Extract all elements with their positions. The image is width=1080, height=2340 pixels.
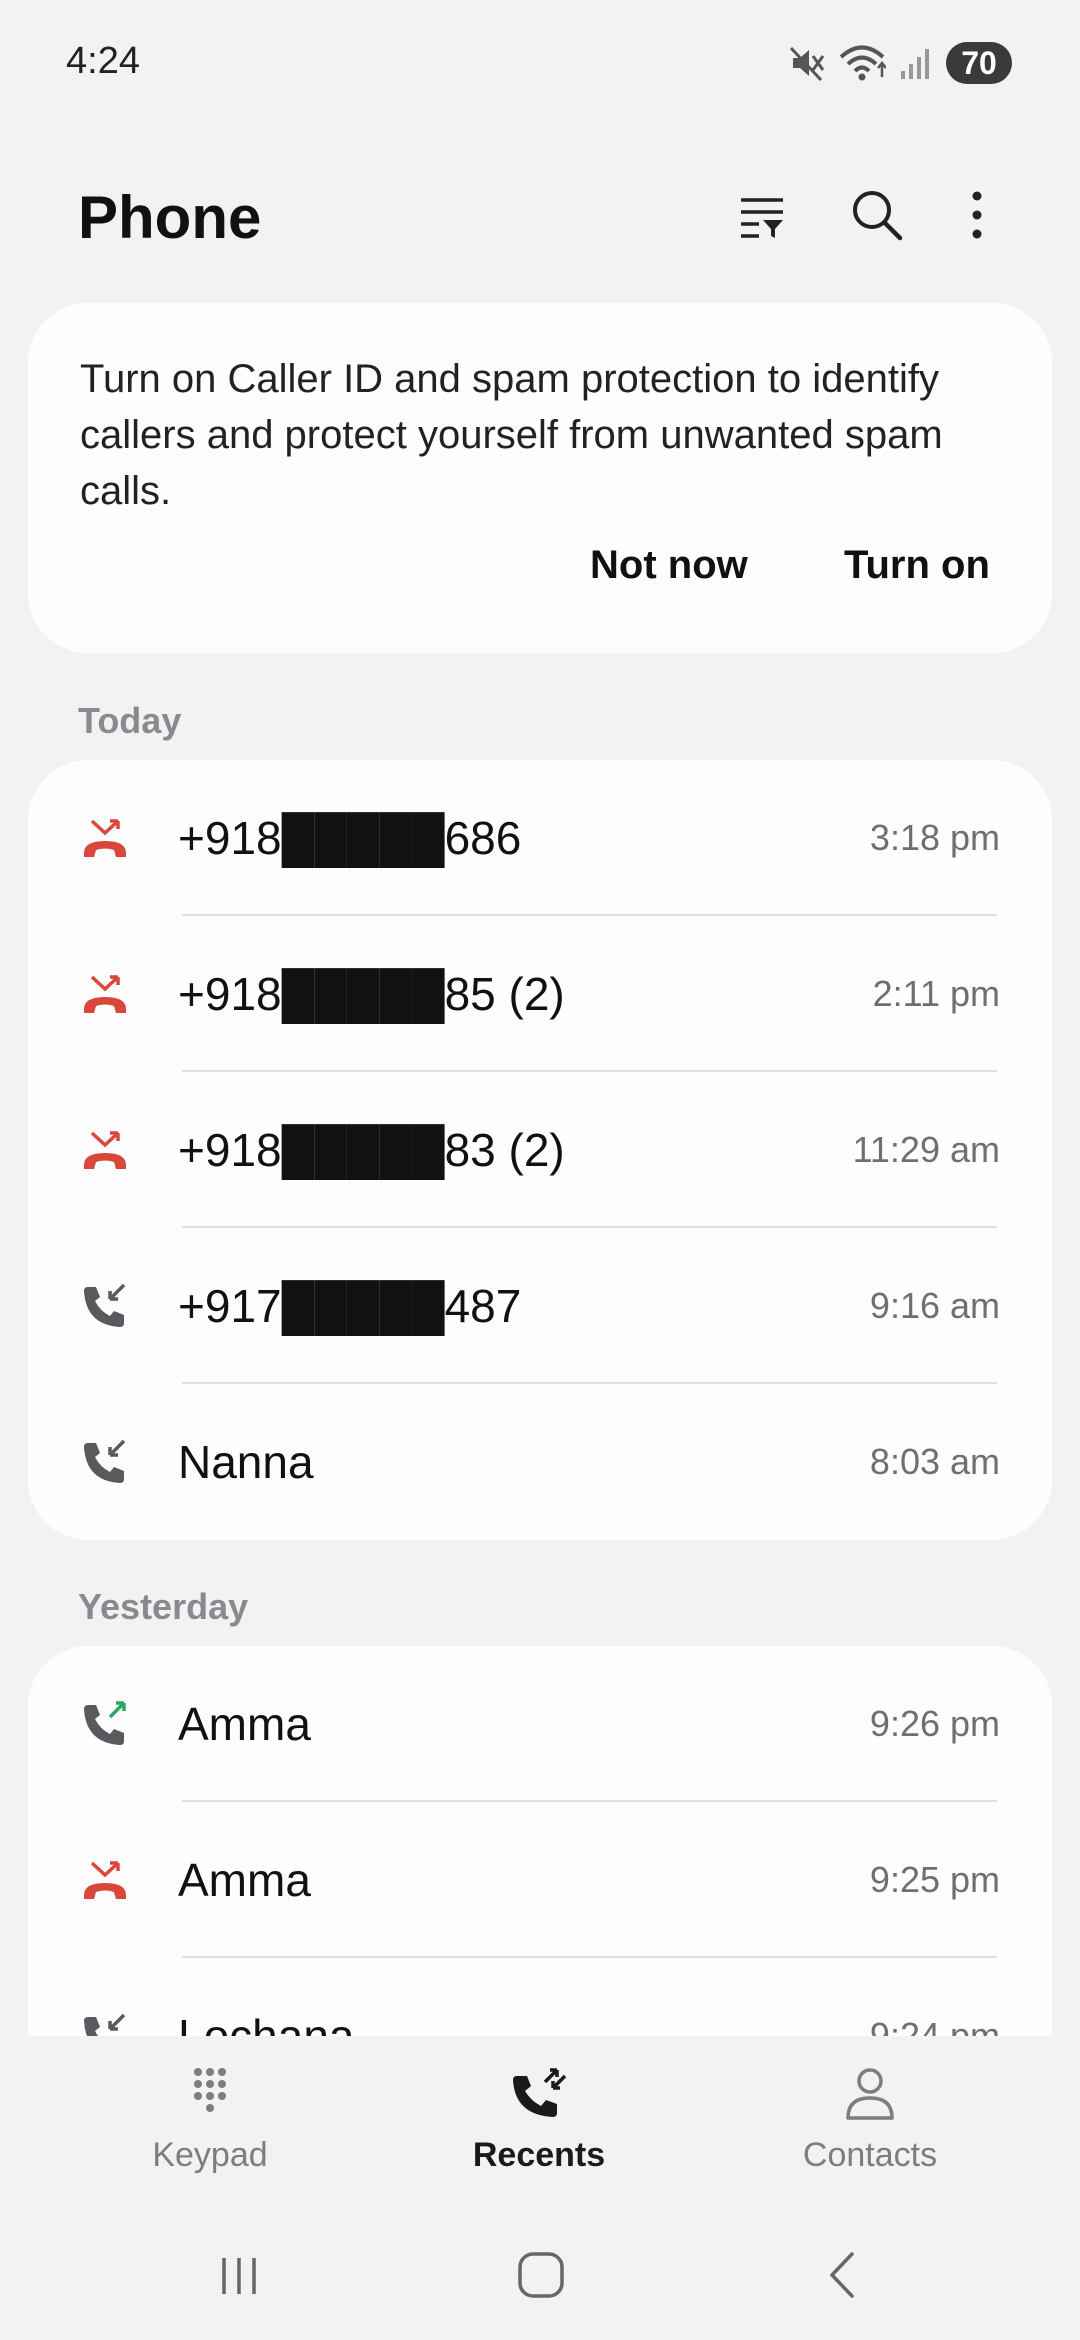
keypad-icon — [180, 2064, 240, 2124]
search-button[interactable] — [845, 185, 909, 249]
call-row[interactable]: +918█████83 (2) 11:29 am — [28, 1072, 1052, 1228]
tab-recents[interactable]: Recents — [409, 2064, 669, 2194]
wifi-icon — [838, 44, 886, 82]
caller-id-banner: Turn on Caller ID and spam protection to… — [28, 303, 1052, 653]
filter-icon — [737, 190, 787, 245]
incoming-call-icon — [80, 1437, 130, 1487]
search-icon — [850, 188, 904, 247]
call-name: +918█████83 (2) — [178, 1124, 565, 1176]
tab-recents-label: Recents — [472, 2136, 606, 2174]
call-row[interactable]: Lochana 9:24 pm — [28, 1958, 1052, 2036]
call-time: 9:26 pm — [869, 1703, 1000, 1744]
section-label-yesterday: Yesterday — [78, 1586, 249, 1627]
call-time: 9:25 pm — [869, 1859, 1000, 1900]
system-nav-bar — [0, 2220, 1080, 2330]
call-time: 9:16 am — [869, 1285, 1000, 1326]
call-time: 8:03 am — [869, 1441, 1000, 1482]
missed-call-icon — [80, 1855, 130, 1905]
recents-icon — [509, 2064, 569, 2124]
missed-call-icon — [80, 1125, 130, 1175]
battery-icon: 70 — [946, 42, 1012, 84]
system-home-button[interactable] — [506, 2242, 576, 2312]
not-now-button[interactable]: Not now — [590, 543, 748, 588]
contacts-icon — [840, 2064, 900, 2124]
section-label-today: Today — [78, 700, 182, 741]
mute-icon — [788, 44, 826, 82]
page-title: Phone — [78, 184, 262, 251]
call-row[interactable]: Nanna 8:03 am — [28, 1384, 1052, 1540]
call-row[interactable]: +918█████85 (2) 2:11 pm — [28, 916, 1052, 1072]
missed-call-icon — [80, 813, 130, 863]
bottom-nav: Keypad Recents Contacts — [0, 2036, 1080, 2201]
incoming-call-icon — [80, 1281, 130, 1331]
call-name: Amma — [178, 1698, 311, 1750]
banner-message: Turn on Caller ID and spam protection to… — [80, 357, 943, 513]
call-name: +918█████686 — [178, 812, 522, 864]
phone-app-screen: 4:24 70 Phone Turn on Caller ID and spam… — [0, 0, 1080, 2340]
call-row[interactable]: Amma 9:26 pm — [28, 1646, 1052, 1802]
status-bar: 4:24 70 — [0, 0, 1080, 130]
missed-call-icon — [80, 969, 130, 1019]
tab-keypad-label: Keypad — [152, 2136, 268, 2174]
call-list-yesterday: Amma 9:26 pm Amma 9:25 pm Lochana 9:24 p… — [28, 1646, 1052, 2036]
system-recents-button[interactable] — [204, 2242, 274, 2312]
call-name: Lochana — [178, 2010, 355, 2036]
call-row[interactable]: +917█████487 9:16 am — [28, 1228, 1052, 1384]
outgoing-call-icon — [80, 1699, 130, 1749]
system-back-button[interactable] — [808, 2242, 878, 2312]
tab-contacts[interactable]: Contacts — [740, 2064, 1000, 2194]
call-row[interactable]: +918█████686 3:18 pm — [28, 760, 1052, 916]
call-time: 2:11 pm — [872, 973, 1000, 1014]
call-row[interactable]: Amma 9:25 pm — [28, 1802, 1052, 1958]
filter-button[interactable] — [730, 185, 794, 249]
tab-keypad[interactable]: Keypad — [80, 2064, 340, 2194]
tab-contacts-label: Contacts — [802, 2136, 938, 2174]
call-name: +918█████85 (2) — [178, 968, 565, 1020]
app-header: Phone — [0, 165, 1080, 265]
back-icon — [818, 2250, 868, 2305]
incoming-call-icon — [80, 2011, 130, 2036]
recent-apps-icon — [214, 2250, 264, 2305]
home-icon — [516, 2250, 566, 2305]
call-name: +917█████487 — [178, 1280, 522, 1332]
more-options-icon — [967, 190, 987, 245]
call-time: 9:24 pm — [869, 2015, 1000, 2036]
call-list-today: +918█████686 3:18 pm +918█████85 (2) 2:1… — [28, 760, 1052, 1540]
signal-icon — [898, 44, 934, 82]
status-time: 4:24 — [66, 40, 140, 82]
call-name: Nanna — [178, 1436, 314, 1488]
call-name: Amma — [178, 1854, 311, 1906]
more-options-button[interactable] — [945, 185, 1009, 249]
call-time: 3:18 pm — [869, 817, 1000, 858]
turn-on-button[interactable]: Turn on — [844, 543, 990, 588]
status-icons: 70 — [788, 40, 1012, 86]
call-time: 11:29 am — [852, 1129, 1000, 1170]
